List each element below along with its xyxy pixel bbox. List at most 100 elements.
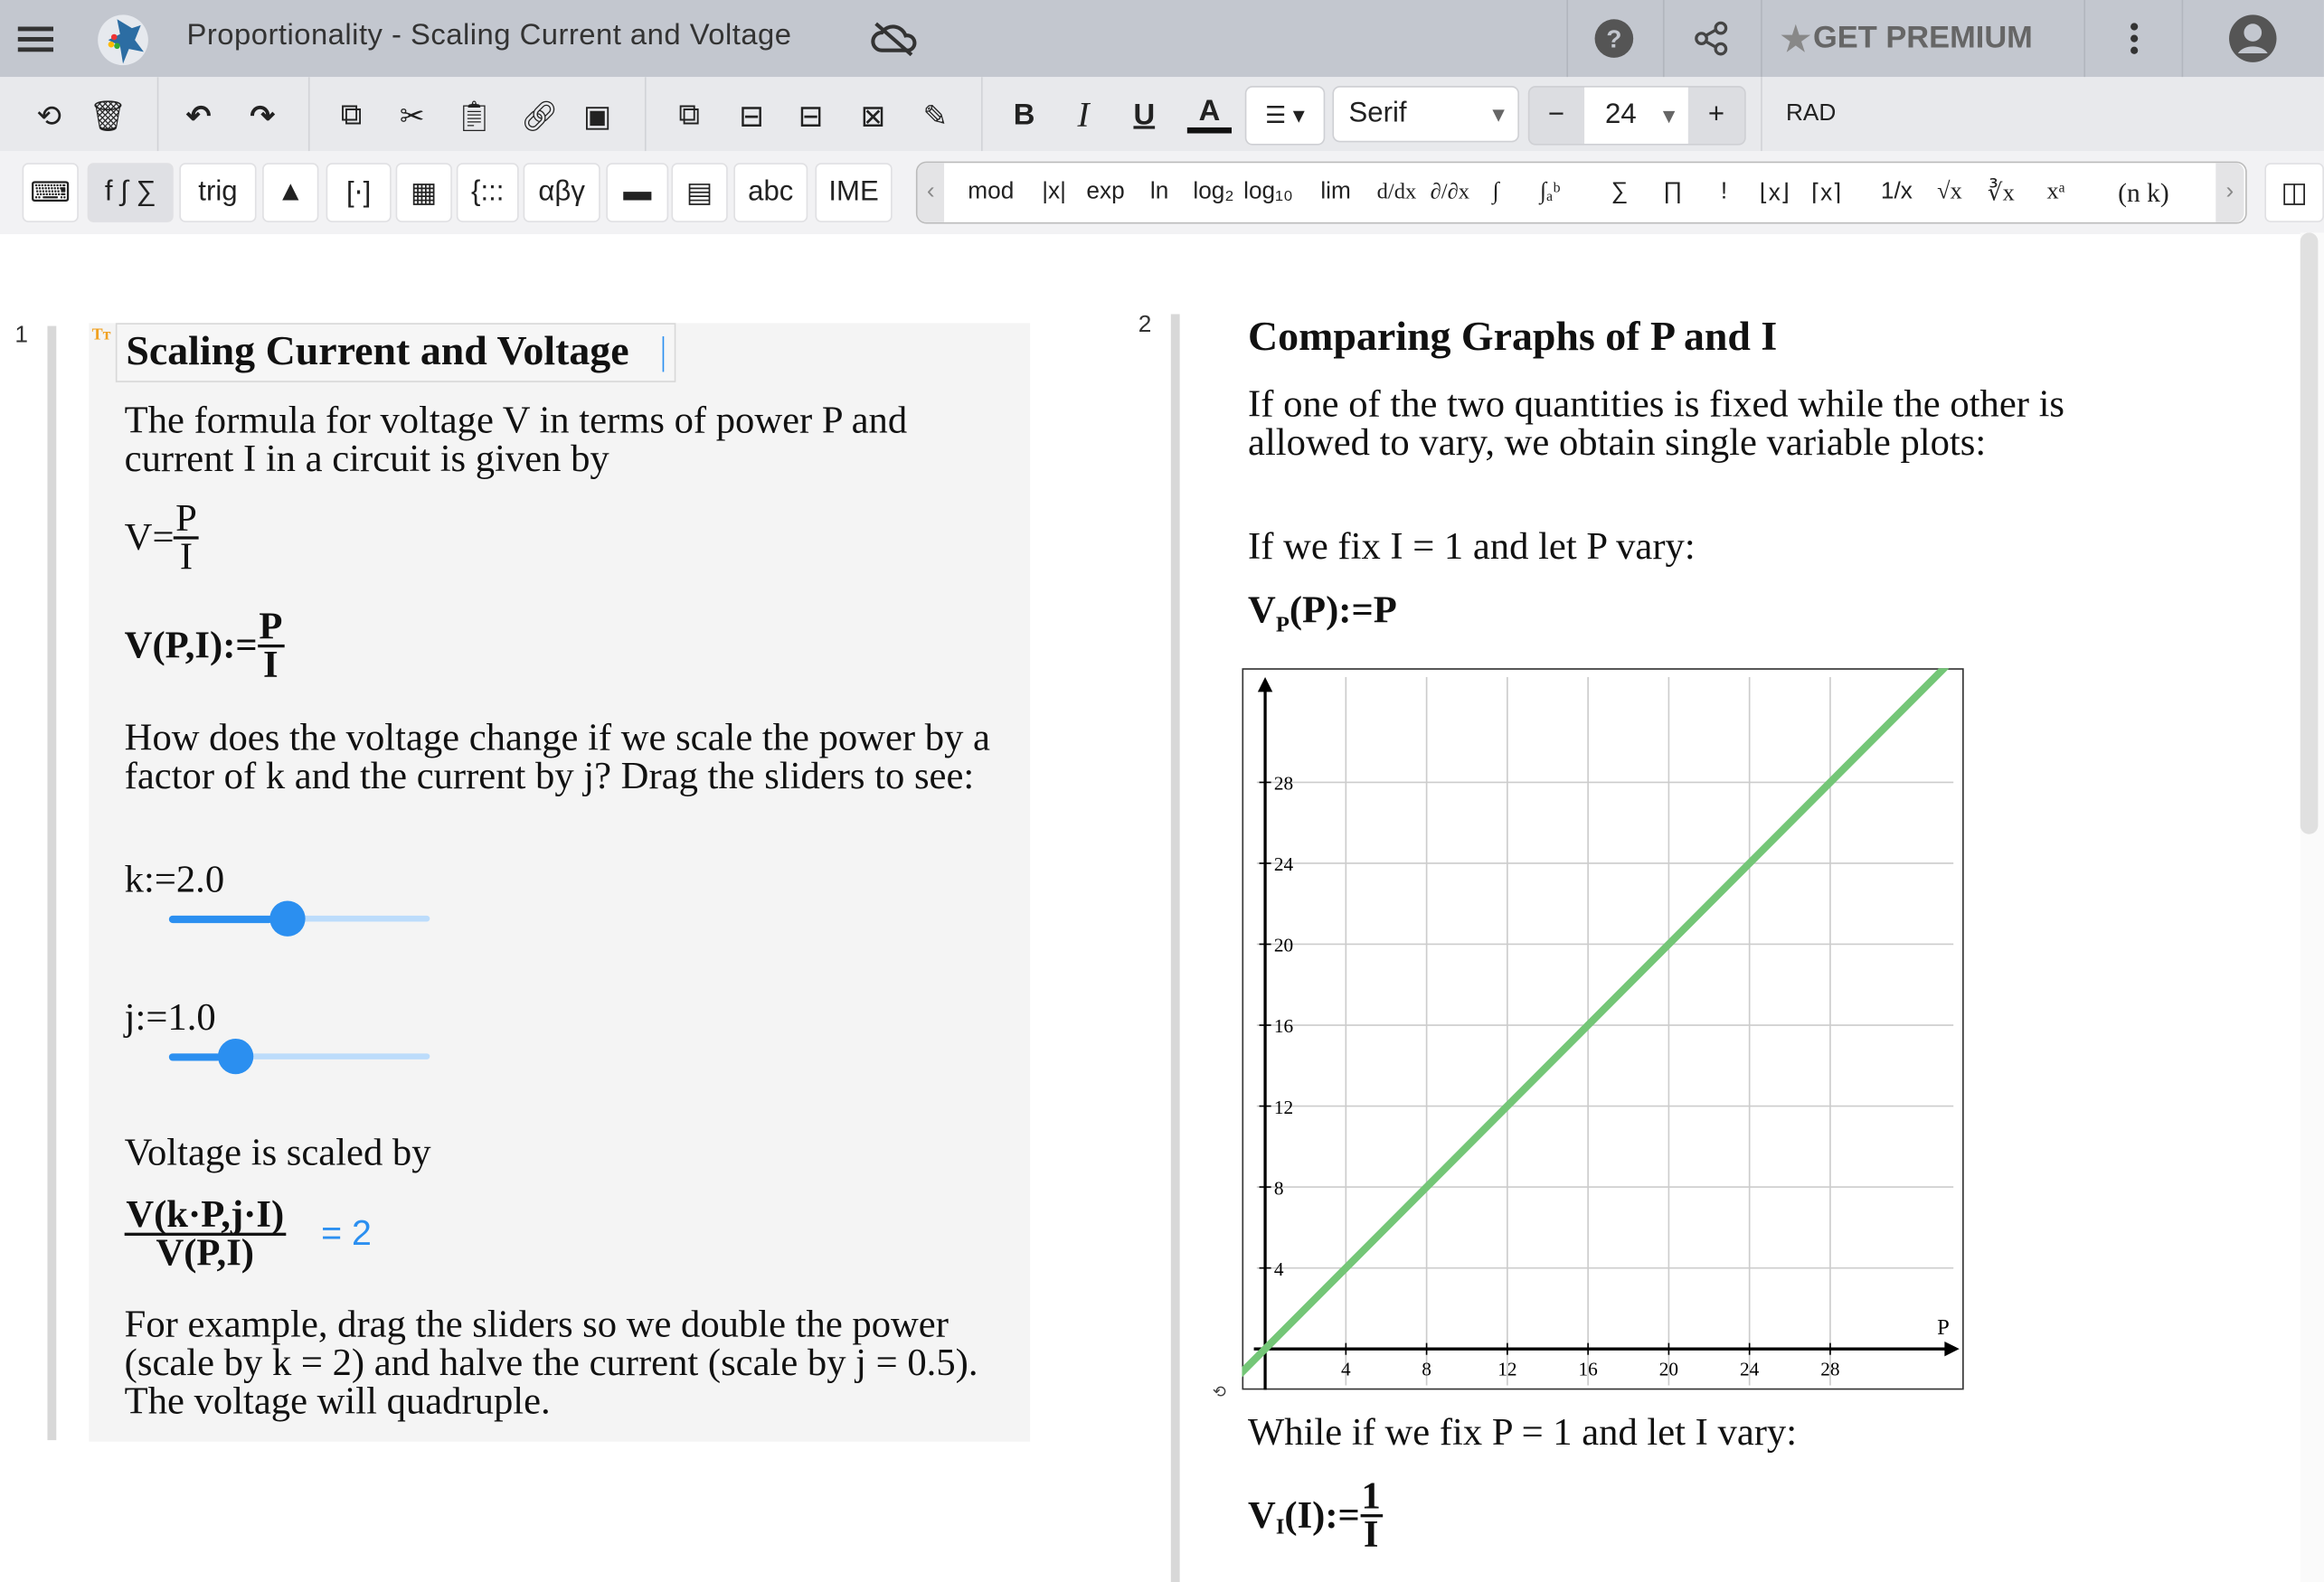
tab-ime[interactable]: IME [815,163,893,222]
slider-thumb[interactable] [269,900,307,937]
redo-icon[interactable]: ↷ [241,95,285,137]
help-icon[interactable]: ? [1592,18,1636,60]
font-family-select[interactable]: Serif ▼ [1332,86,1519,143]
math-lim[interactable]: lim [1320,163,1350,222]
scrollbar-thumb[interactable] [2300,232,2319,834]
paste-icon[interactable]: 📋︎ [452,95,496,137]
scroll-right-button[interactable]: › [2215,163,2244,222]
math-log2[interactable]: log₂ [1193,163,1233,222]
text-color-button[interactable]: A [1186,94,1233,134]
y-tick-label: 4 [1273,1257,1283,1279]
x-axis-label: P [1936,1314,1949,1339]
undo-icon[interactable]: ↶ [176,95,221,137]
sidebar-toggle-button[interactable]: ◫ [2264,163,2324,222]
document-title[interactable]: Proportionality - Scaling Current and Vo… [187,19,792,53]
tab-calculator[interactable]: ▤ [671,163,728,222]
tab-shapes[interactable]: ▲ [262,163,319,222]
math-ln[interactable]: ln [1150,163,1168,222]
account-icon[interactable] [2226,12,2280,65]
font-size-select[interactable]: 24 ▼ [1584,87,1688,144]
math-definite-integral[interactable]: ∫ₐᵇ [1540,163,1560,222]
math-cbrt[interactable]: ∛x [1988,163,2015,222]
slider-j[interactable] [168,1038,430,1075]
math-power[interactable]: xᵃ [2046,163,2064,222]
heading-box[interactable]: Scaling Current and Voltage [115,323,676,382]
vi-subscript: I [1275,1515,1285,1540]
link-icon[interactable]: 🔗︎ [517,95,562,137]
share-icon[interactable] [1689,18,1734,60]
math-partial[interactable]: ∂/∂x [1431,163,1469,222]
math-sum[interactable]: ∑ [1611,163,1629,222]
math-product[interactable]: ∏ [1663,163,1683,222]
math-log10[interactable]: log₁₀ [1243,163,1293,222]
math-mod[interactable]: mod [968,163,1014,222]
underline-button[interactable]: U [1122,95,1167,137]
x-axis-arrow [1943,1341,1959,1356]
title-bar: Proportionality - Scaling Current and Vo… [0,0,2324,78]
insert-image-icon[interactable]: ▣ [575,95,619,137]
slider-k[interactable] [168,900,430,937]
math-ceil[interactable]: ⌈x⌉ [1811,163,1842,222]
italic-button[interactable]: I [1062,95,1106,137]
copy-icon[interactable]: ⧉ [329,95,373,137]
tab-units[interactable]: ▬ [606,163,669,222]
y-tick-label: 8 [1273,1176,1283,1198]
format-toolbar: ⟲ 🗑︎ ↶ ↷ ⧉ ✂ 📋︎ 🔗︎ ▣ ⧉ ⊟ ⊟ ⊠ ✎ B I U A ☰… [0,77,2324,152]
math-exp[interactable]: exp [1086,163,1124,222]
tab-text[interactable]: abc [733,163,808,222]
keyboard-toggle-button[interactable]: ⌨ [22,163,79,222]
math-derivative[interactable]: d/dx [1377,163,1417,222]
y-tick-label: 24 [1273,852,1293,874]
tab-trig[interactable]: trig [179,163,257,222]
ratio-expression[interactable]: V(k·P,j·I) V(P,I) = 2 [124,1195,372,1272]
tab-matrix[interactable]: [⋅] [326,163,392,222]
font-size-decrease-button[interactable]: − [1529,99,1582,132]
get-premium-button[interactable]: ★ GET PREMIUM [1779,14,2033,61]
text-region[interactable]: Tт Scaling Current and Voltage The formu… [89,323,1031,1442]
insert-above-icon[interactable]: ⊟ [729,95,773,137]
y-tick-label: 20 [1273,934,1292,956]
math-integral[interactable]: ∫ [1492,163,1498,222]
delete-icon[interactable]: 🗑︎ [86,95,130,137]
cloud-off-icon[interactable] [868,18,919,60]
math-reciprocal[interactable]: 1/x [1881,163,1913,222]
angle-mode-toggle[interactable]: RAD [1786,100,1836,127]
font-size-increase-button[interactable]: + [1689,99,1743,132]
bold-button[interactable]: B [1002,95,1046,137]
intro-text: If one of the two quantities is fixed wh… [1248,381,2065,465]
menu-icon[interactable] [12,18,59,60]
math-binomial[interactable]: (n k) [2118,163,2169,222]
restart-icon[interactable]: ⟲ [27,95,71,137]
delete-region-icon[interactable]: ⊠ [851,95,895,137]
tab-piecewise[interactable]: {::: [456,163,519,222]
list-style-dropdown[interactable]: ☰ ▾ [1244,86,1326,146]
cut-icon[interactable]: ✂ [390,95,434,137]
reset-view-icon[interactable]: ⟲ [1213,1382,1226,1402]
pencil-icon[interactable]: ✎ [913,95,958,137]
scrollbar[interactable] [2300,232,2324,1582]
math-floor[interactable]: ⌊x⌋ [1759,163,1790,222]
insert-region-icon[interactable]: ⧉ [667,95,712,137]
insert-below-icon[interactable]: ⊟ [789,95,833,137]
math-sqrt[interactable]: √x [1937,163,1962,222]
tab-table[interactable]: ▦ [395,163,452,222]
tab-greek[interactable]: αβγ [523,163,600,222]
ruler-icon: ▬ [623,176,652,208]
x-tick-label: 28 [1819,1358,1838,1380]
intro-text: The formula for voltage V in terms of po… [124,398,908,481]
page-bar [1170,314,1180,1582]
slider-thumb[interactable] [218,1038,254,1075]
vp-definition[interactable]: VP(P):=P [1248,589,1397,639]
math-abs[interactable]: |x| [1042,163,1066,222]
math-factorial[interactable]: ! [1721,163,1727,222]
plot-frame[interactable]: 4 8 12 16 20 24 28 4 8 12 16 20 24 28 P [1241,667,1964,1390]
eq-lhs: V= [124,515,175,559]
plot-vp[interactable]: 4 8 12 16 20 24 28 4 8 12 16 20 24 28 P [1241,667,1963,1389]
tab-functions[interactable]: f ∫ ∑ [87,163,174,222]
chevron-down-icon: ▼ [1488,102,1509,127]
scroll-left-button[interactable]: ‹ [917,163,945,222]
more-vert-icon[interactable] [2113,18,2155,60]
vi-definition[interactable]: V I (I):= 1I [1248,1476,1383,1553]
equation-v-def[interactable]: V(P,I):= PI [125,607,284,683]
font-size-control: − 24 ▼ + [1527,86,1746,146]
